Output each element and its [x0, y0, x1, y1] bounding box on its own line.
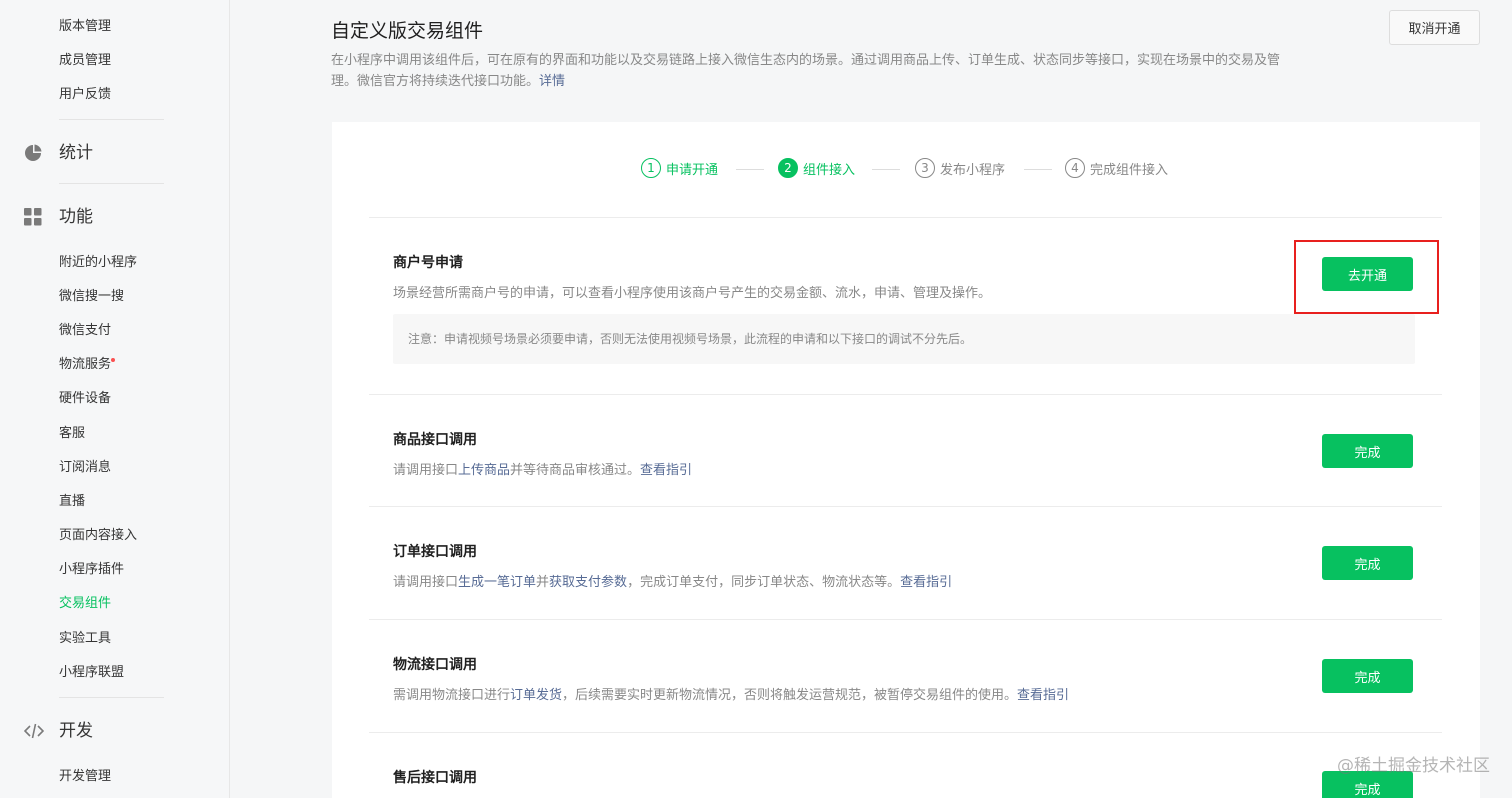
sidebar-item-lab[interactable]: 实验工具: [59, 631, 111, 647]
get-payment-params-link[interactable]: 获取支付参数: [549, 575, 627, 590]
divider: [369, 394, 1442, 395]
page-description: 在小程序中调用该组件后，可在原有的界面和功能以及交易链路上接入微信生态内的场景。…: [331, 50, 1291, 92]
progress-steps: 1 申请开通 2 组件接入 3 发布小程序 4 完成组件接入: [332, 158, 1480, 182]
desc-text: 需调用物流接口进行: [393, 688, 511, 703]
new-badge-dot: [111, 358, 115, 362]
desc-text: 并等待商品审核通过。: [510, 463, 641, 478]
step-label: 发布小程序: [940, 162, 1006, 178]
product-done-button[interactable]: 完成: [1322, 434, 1413, 468]
sidebar-item-live[interactable]: 直播: [59, 494, 85, 510]
step-publish: 3 发布小程序: [915, 158, 1005, 178]
page-description-text: 在小程序中调用该组件后，可在原有的界面和功能以及交易链路上接入微信生态内的场景。…: [331, 53, 1281, 89]
details-link[interactable]: 详情: [539, 74, 565, 89]
step-integrate: 2 组件接入: [778, 158, 855, 178]
pie-chart-icon: [25, 144, 42, 161]
code-icon: [24, 723, 44, 739]
sidebar-group-dev[interactable]: 开发: [24, 718, 93, 744]
sidebar-divider: [59, 119, 164, 120]
desc-text: ，后续需要实时更新物流情况，否则将触发运营规范，被暂停交易组件的使用。: [562, 688, 1018, 703]
product-section-title: 商品接口调用: [393, 432, 477, 448]
sidebar-item-logistics[interactable]: 物流服务: [59, 357, 111, 373]
logistics-done-button[interactable]: 完成: [1322, 659, 1413, 693]
sidebar-item-subscribe[interactable]: 订阅消息: [59, 460, 111, 476]
merchant-section-desc: 场景经营所需商户号的申请，可以查看小程序使用该商户号产生的交易金额、流水，申请、…: [393, 286, 992, 301]
cancel-activation-button[interactable]: 取消开通: [1389, 10, 1480, 45]
step-number: 1: [641, 158, 661, 178]
sidebar-item-members[interactable]: 成员管理: [59, 53, 111, 69]
sidebar-item-trade-component[interactable]: 交易组件: [59, 596, 111, 612]
sidebar-group-functions[interactable]: 功能: [24, 204, 93, 230]
step-complete: 4 完成组件接入: [1065, 158, 1168, 178]
sidebar-divider: [59, 697, 164, 698]
sidebar-item-feedback[interactable]: 用户反馈: [59, 87, 111, 103]
sidebar-item-search[interactable]: 微信搜一搜: [59, 289, 124, 305]
sidebar-group-dev-label: 开发: [59, 721, 93, 741]
order-section-title: 订单接口调用: [393, 544, 477, 560]
sidebar-group-stats[interactable]: 统计: [24, 140, 93, 166]
upload-product-link[interactable]: 上传商品: [458, 463, 510, 478]
page-title: 自定义版交易组件: [331, 20, 484, 42]
order-done-button[interactable]: 完成: [1322, 546, 1413, 580]
step-connector: [736, 169, 764, 170]
step-number: 3: [915, 158, 935, 178]
desc-text: 并: [536, 575, 550, 590]
divider: [369, 506, 1442, 507]
sidebar-divider: [59, 183, 164, 184]
order-shipment-link[interactable]: 订单发货: [510, 688, 562, 703]
merchant-section-title: 商户号申请: [393, 255, 463, 271]
sidebar-group-functions-label: 功能: [59, 207, 93, 227]
step-number: 2: [778, 158, 798, 178]
watermark: @稀土掘金技术社区: [1337, 756, 1490, 776]
sidebar-item-alliance[interactable]: 小程序联盟: [59, 665, 124, 681]
merchant-notice: 注意：申请视频号场景必须要申请，否则无法使用视频号场景，此流程的申请和以下接口的…: [393, 314, 1415, 364]
sidebar-item-hardware[interactable]: 硬件设备: [59, 391, 111, 407]
desc-text: 请调用接口: [393, 463, 459, 478]
sidebar-item-dev-manage[interactable]: 开发管理: [59, 769, 111, 785]
view-guide-link[interactable]: 查看指引: [1017, 688, 1069, 703]
aftersale-section-title: 售后接口调用: [393, 770, 477, 786]
step-connector: [872, 169, 900, 170]
desc-text: 请调用接口: [393, 575, 459, 590]
product-section-desc: 请调用接口上传商品并等待商品审核通过。查看指引: [393, 459, 692, 478]
grid-icon: [24, 208, 42, 226]
desc-text: ，完成订单支付，同步订单状态、物流状态等。: [627, 575, 901, 590]
component-card: 1 申请开通 2 组件接入 3 发布小程序 4 完成组件接入 商户号申请 场景经…: [332, 122, 1480, 798]
divider: [369, 732, 1442, 733]
sidebar-item-page-content[interactable]: 页面内容接入: [59, 528, 137, 544]
sidebar-group-stats-label: 统计: [59, 143, 93, 163]
step-label: 申请开通: [666, 162, 719, 178]
view-guide-link[interactable]: 查看指引: [900, 575, 952, 590]
order-section-desc: 请调用接口生成一笔订单并获取支付参数，完成订单支付，同步订单状态、物流状态等。查…: [393, 571, 952, 590]
sidebar-item-service[interactable]: 客服: [59, 426, 85, 442]
step-label: 完成组件接入: [1090, 162, 1169, 178]
logistics-section-desc: 需调用物流接口进行订单发货，后续需要实时更新物流情况，否则将触发运营规范，被暂停…: [393, 684, 1069, 703]
divider: [369, 619, 1442, 620]
sidebar-item-nearby[interactable]: 附近的小程序: [59, 255, 137, 271]
step-apply: 1 申请开通: [641, 158, 718, 178]
step-connector: [1024, 169, 1052, 170]
sidebar-item-version[interactable]: 版本管理: [59, 19, 111, 35]
main-content: 自定义版交易组件 在小程序中调用该组件后，可在原有的界面和功能以及交易链路上接入…: [230, 0, 1512, 798]
sidebar-item-plugins[interactable]: 小程序插件: [59, 562, 124, 578]
create-order-link[interactable]: 生成一笔订单: [458, 575, 536, 590]
sidebar-item-pay[interactable]: 微信支付: [59, 323, 111, 339]
view-guide-link[interactable]: 查看指引: [640, 463, 692, 478]
logistics-section-title: 物流接口调用: [393, 657, 477, 673]
step-number: 4: [1065, 158, 1085, 178]
step-label: 组件接入: [803, 162, 856, 178]
divider: [369, 217, 1442, 218]
sidebar: 版本管理 成员管理 用户反馈 统计 功能 附近的小程序 微信搜一搜 微信支付 物…: [0, 0, 230, 798]
activate-merchant-button[interactable]: 去开通: [1322, 257, 1413, 291]
